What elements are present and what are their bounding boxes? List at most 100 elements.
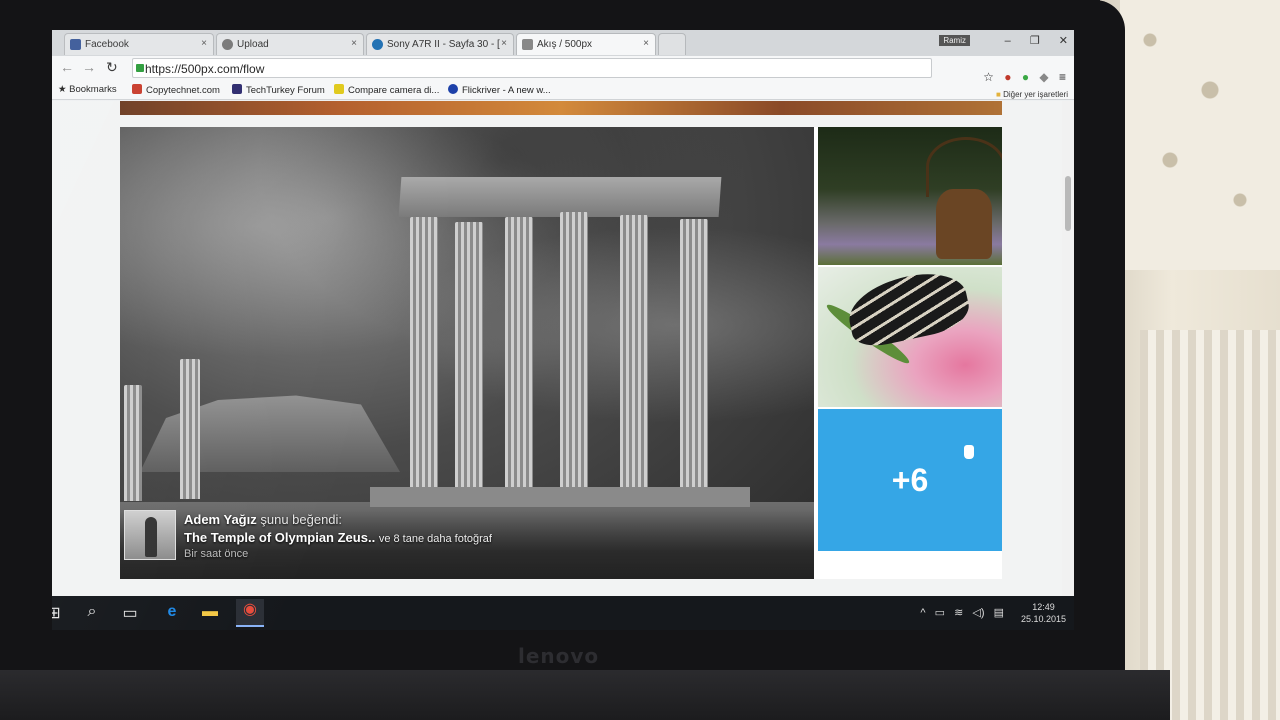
photo-column xyxy=(455,222,483,489)
thumbnail-deer[interactable] xyxy=(818,127,1002,265)
tray-expand-icon[interactable]: ^ xyxy=(920,607,925,619)
laptop-base xyxy=(0,670,1170,720)
browser-tab-strip: Facebook × Upload × Sony A7R II - Sayfa … xyxy=(52,30,1074,56)
bookmark-star-icon[interactable]: ☆ xyxy=(983,70,994,84)
bookmark-compare-camera[interactable]: Compare camera di... xyxy=(334,84,439,96)
lace-curtain xyxy=(1120,0,1280,270)
tab-label: Upload xyxy=(237,39,269,50)
photo-column xyxy=(180,359,200,499)
close-window-button[interactable]: ✕ xyxy=(1059,35,1068,47)
tab-facebook[interactable]: Facebook × xyxy=(64,33,214,55)
close-icon[interactable]: × xyxy=(501,38,507,49)
avatar[interactable] xyxy=(124,510,176,560)
extension-icon[interactable]: ● xyxy=(1004,70,1011,84)
timestamp: Bir saat önce xyxy=(184,548,249,560)
maximize-button[interactable]: ❐ xyxy=(1030,35,1040,47)
photo-column xyxy=(410,217,438,489)
radiator xyxy=(1140,330,1280,720)
photo-column xyxy=(124,385,142,501)
tab-500px[interactable]: Akış / 500px × xyxy=(516,33,656,55)
shield-icon[interactable]: ◆ xyxy=(1039,70,1048,84)
photo-more-link[interactable]: ve 8 tane daha fotoğraf xyxy=(379,533,492,545)
task-view-icon[interactable]: ▭ xyxy=(120,603,140,623)
taskbar-clock[interactable]: 12:49 25.10.2015 xyxy=(1021,601,1066,625)
butterfly-wing xyxy=(842,267,974,351)
close-icon[interactable]: × xyxy=(351,38,357,49)
bookmark-label: TechTurkey Forum xyxy=(246,85,325,96)
500px-icon xyxy=(522,39,533,50)
photo-column xyxy=(680,219,708,489)
windows-taskbar: ⊞ ⌕ ▭ e ▬ ◉ ^ ▭ ≋ ◁) ▤ 12:49 25.10.2015 xyxy=(52,596,1074,630)
forum-icon xyxy=(372,39,383,50)
more-photos-tile[interactable]: +6 xyxy=(818,409,1002,551)
search-icon[interactable]: ⌕ xyxy=(82,603,102,623)
tab-label: Akış / 500px xyxy=(537,39,593,50)
tab-label: Sony A7R II - Sayfa 30 - [ xyxy=(387,39,500,50)
photo-title[interactable]: The Temple of Olympian Zeus.. xyxy=(184,530,375,545)
thumbnail-butterfly[interactable] xyxy=(818,267,1002,407)
star-icon: ★ xyxy=(58,84,70,95)
photo-entablature xyxy=(398,177,722,217)
copytechnet-icon xyxy=(132,84,142,94)
close-icon[interactable]: × xyxy=(201,38,207,49)
close-icon[interactable]: × xyxy=(643,38,649,49)
new-tab-button[interactable] xyxy=(658,33,686,55)
profile-badge[interactable]: Ramiz xyxy=(939,35,970,46)
photo-column xyxy=(560,212,588,489)
liker-action: şunu beğendi: xyxy=(260,512,343,527)
other-bookmarks-folder[interactable]: ■ Diğer yer işaretleri xyxy=(996,90,1068,99)
tab-upload[interactable]: Upload × xyxy=(216,33,364,55)
page-content: Adem Yağız şunu beğendi: The Temple of O… xyxy=(52,101,1074,630)
hand-cursor-icon xyxy=(964,445,974,459)
tab-sony-forum[interactable]: Sony A7R II - Sayfa 30 - [ × xyxy=(366,33,514,55)
main-photo-temple[interactable]: Adem Yağız şunu beğendi: The Temple of O… xyxy=(120,127,814,579)
bookmark-flickriver[interactable]: Flickriver - A new w... xyxy=(448,84,551,96)
url-text: https://500px.com/flow xyxy=(145,62,265,76)
chrome-icon[interactable]: ◉ xyxy=(236,599,264,627)
clock-time: 12:49 xyxy=(1032,602,1055,612)
notification-icon[interactable]: ▤ xyxy=(994,607,1004,619)
previous-photo-strip[interactable] xyxy=(120,101,1002,115)
window-controls: – ❐ ✕ xyxy=(989,34,1068,47)
laptop-screen: Facebook × Upload × Sony A7R II - Sayfa … xyxy=(52,30,1074,630)
photo-column xyxy=(620,215,648,489)
toolbar-extensions: ☆ ● ● ◆ ≡ xyxy=(976,70,1066,84)
bookmarks-menu[interactable]: ★ Bookmarks xyxy=(58,84,117,95)
compare-camera-icon xyxy=(334,84,344,94)
file-explorer-icon[interactable]: ▬ xyxy=(200,603,220,623)
forward-button[interactable]: → xyxy=(82,59,96,75)
upload-icon xyxy=(222,39,233,50)
liker-name[interactable]: Adem Yağız xyxy=(184,512,257,527)
reload-button[interactable]: ↻ xyxy=(106,59,118,76)
photo-column xyxy=(505,217,533,489)
more-count: +6 xyxy=(891,461,929,498)
other-bookmarks-label: Diğer yer işaretleri xyxy=(1003,90,1068,99)
battery-icon[interactable]: ▭ xyxy=(935,607,945,619)
bookmark-label: Compare camera di... xyxy=(348,85,440,96)
back-button[interactable]: ← xyxy=(60,59,74,75)
bookmark-copytechnet[interactable]: Copytechnet.com xyxy=(132,84,220,96)
clock-date: 25.10.2015 xyxy=(1020,614,1066,624)
avatar-figure xyxy=(145,517,157,557)
feed-card: Adem Yağız şunu beğendi: The Temple of O… xyxy=(120,127,1002,579)
liker-line: Adem Yağız şunu beğendi: xyxy=(184,512,342,527)
bookmark-label: Copytechnet.com xyxy=(146,85,220,96)
scrollbar-thumb[interactable] xyxy=(1065,176,1071,231)
system-tray: ^ ▭ ≋ ◁) ▤ xyxy=(914,606,1004,619)
bookmark-label: Bookmarks xyxy=(69,84,117,95)
techturkey-icon xyxy=(232,84,242,94)
deer-body xyxy=(936,189,992,259)
wifi-icon[interactable]: ≋ xyxy=(954,607,963,619)
volume-icon[interactable]: ◁) xyxy=(972,607,984,619)
address-bar[interactable]: https://500px.com/flow xyxy=(132,58,932,78)
windows-start-icon[interactable]: ⊞ xyxy=(52,603,64,623)
browser-toolbar: ← → ↻ https://500px.com/flow xyxy=(52,56,1074,80)
edge-browser-icon[interactable]: e xyxy=(162,603,182,623)
photo-temple-base xyxy=(370,487,750,507)
lock-icon xyxy=(136,64,144,72)
page-scrollbar[interactable] xyxy=(1062,101,1074,601)
minimize-button[interactable]: – xyxy=(1005,35,1011,47)
bookmark-techturkey[interactable]: TechTurkey Forum xyxy=(232,84,325,96)
extension-icon[interactable]: ● xyxy=(1022,70,1029,84)
menu-icon[interactable]: ≡ xyxy=(1059,70,1066,84)
